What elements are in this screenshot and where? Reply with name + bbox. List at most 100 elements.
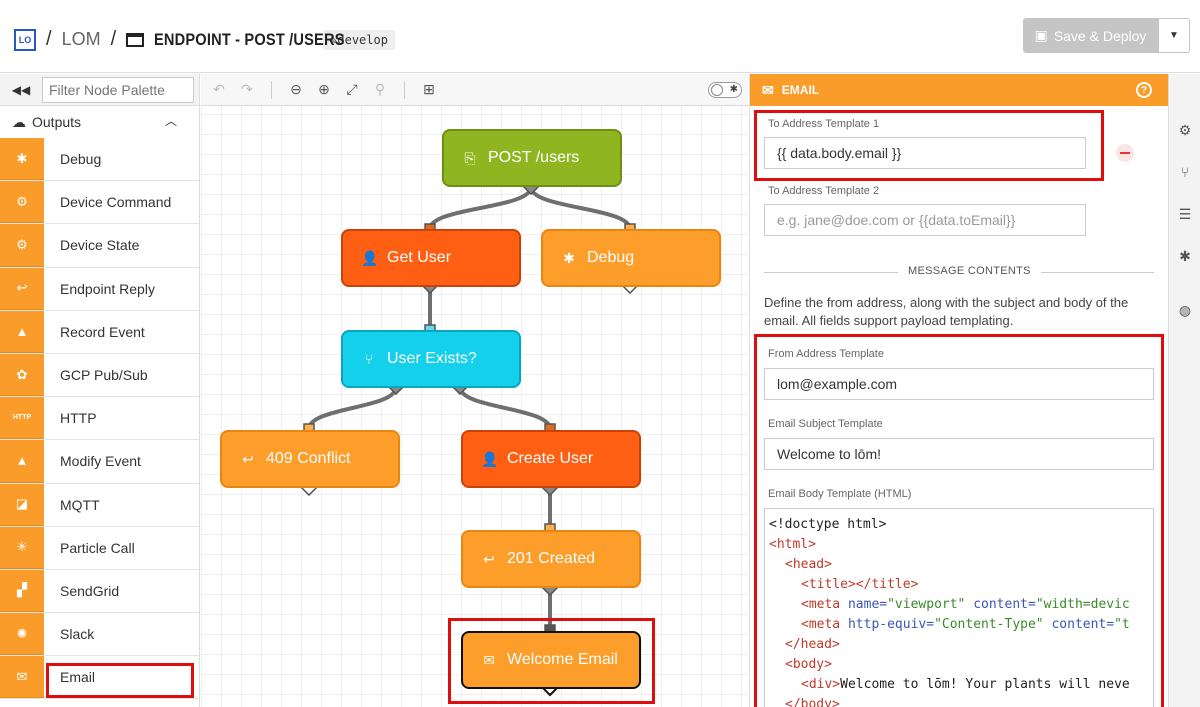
palette-item-label: Device Command xyxy=(60,194,172,211)
palette-item-particle-call[interactable]: ✳ Particle Call xyxy=(0,526,199,570)
to-address-1-label: To Address Template 1 xyxy=(768,118,880,130)
palette-item-device-command[interactable]: ⚙ Device Command xyxy=(0,181,199,225)
code-token: name= xyxy=(847,597,888,612)
node-201-created[interactable]: ↩ 201 Created xyxy=(461,530,641,588)
deploy-options-button[interactable]: ▼ xyxy=(1158,18,1190,53)
branch-icon: ⑂ xyxy=(364,351,374,367)
code-line: </body> xyxy=(785,697,840,707)
chevron-up-icon: ︿ xyxy=(164,114,177,128)
collapse-palette-icon[interactable]: ◀◀ xyxy=(0,83,42,97)
code-token: "Content-Type" xyxy=(934,617,1052,632)
reply-icon: ↩ xyxy=(483,550,495,567)
section-description: Define the from address, along with the … xyxy=(764,295,1129,328)
palette-item-endpoint-reply[interactable]: ↩ Endpoint Reply xyxy=(0,267,199,311)
palette-item-gcp-pubsub[interactable]: ✿ GCP Pub/Sub xyxy=(0,353,199,398)
code-token: content= xyxy=(1051,617,1115,632)
node-palette: ◀◀ ☁ Outputs ︿ ✱ Debug ⚙ Device Command ⚙ D… xyxy=(0,74,200,707)
palette-item-mqtt[interactable]: ◪ MQTT xyxy=(0,483,199,527)
breadcrumb-separator: / xyxy=(110,28,117,50)
node-label: Welcome Email xyxy=(507,651,618,668)
to-address-2-label: To Address Template 2 xyxy=(768,185,880,197)
node-409-conflict[interactable]: ↩ 409 Conflict xyxy=(220,430,400,488)
code-line: <head> xyxy=(785,557,832,572)
remove-to-address-button[interactable] xyxy=(1116,144,1134,162)
palette-item-label: Debug xyxy=(60,151,102,168)
palette-toolbar: ◀◀ xyxy=(0,74,199,106)
minus-icon xyxy=(1120,152,1130,154)
palette-item-modify-event[interactable]: ▲ Modify Event xyxy=(0,440,199,484)
breadcrumb-app[interactable]: LOM xyxy=(62,29,101,50)
palette-item-email[interactable]: ✉ Email xyxy=(0,656,199,700)
bug-icon[interactable]: ✱ xyxy=(1177,248,1193,264)
palette-item-sendgrid[interactable]: ▞ SendGrid xyxy=(0,569,199,614)
node-debug[interactable]: ✱ Debug xyxy=(541,229,721,287)
node-post-users[interactable]: ⎘ POST /users xyxy=(442,129,622,187)
palette-item-label: GCP Pub/Sub xyxy=(60,367,148,384)
code-line: <meta http-equiv="Content-Type" content=… xyxy=(769,615,1149,635)
code-line: </head> xyxy=(785,637,840,652)
node-welcome-email[interactable]: ✉ Welcome Email xyxy=(461,631,641,689)
panel-header: ✉ EMAIL ? xyxy=(750,74,1168,106)
outputs-section-header[interactable]: ☁ Outputs ︿ xyxy=(0,106,199,138)
subject-input[interactable]: Welcome to lōm! xyxy=(764,438,1154,470)
palette-item-slack[interactable]: ✺ Slack xyxy=(0,613,199,657)
body-code-editor[interactable]: <!doctype html> <html> <head> <title></titl… xyxy=(764,508,1154,707)
code-token: "width=devic xyxy=(1035,597,1130,612)
endpoint-icon: ⎘ xyxy=(464,149,476,166)
http-icon: HTTP xyxy=(0,397,44,440)
code-token: "t xyxy=(1114,617,1130,632)
node-get-user[interactable]: 👤 Get User xyxy=(341,229,521,287)
code-token: http-equiv= xyxy=(847,617,935,632)
save-deploy-button[interactable]: ▣ Save & Deploy xyxy=(1023,18,1158,53)
palette-item-record-event[interactable]: ▲ Record Event xyxy=(0,310,199,354)
warning-edit-icon: ▲ xyxy=(0,440,44,483)
node-label: Debug xyxy=(587,249,635,266)
git-branch-icon[interactable]: ⑂ xyxy=(1177,164,1193,180)
code-token: Welcome to lōm! Your plants will neve xyxy=(840,677,1130,692)
node-user-exists[interactable]: ⑂ User Exists? xyxy=(341,330,521,388)
app-logo[interactable]: LO xyxy=(14,28,36,51)
palette-item-http[interactable]: HTTP HTTP xyxy=(0,397,199,441)
palette-item-label: Device State xyxy=(60,237,140,254)
outputs-section-label: Outputs xyxy=(32,114,82,130)
node-properties-panel: ✉ EMAIL ? To Address Template 1 {{ data.… xyxy=(749,74,1168,707)
body-label: Email Body Template (HTML) xyxy=(768,488,912,500)
workflow-canvas[interactable]: ↶ ↷ ⊖ ⊕ ⤢ ⚲ ⊞ ✱ ⎘ POST /users 👤 Get User… xyxy=(201,74,748,707)
section-title: MESSAGE CONTENTS xyxy=(898,265,1041,277)
database-icon[interactable]: ☰ xyxy=(1177,206,1193,222)
palette-item-label: Slack xyxy=(60,626,95,643)
warning-plus-icon: ▲ xyxy=(0,310,44,353)
from-address-input[interactable]: lom@example.com xyxy=(764,368,1154,400)
palette-item-label: MQTT xyxy=(60,496,100,513)
bug-icon: ✱ xyxy=(563,249,575,266)
sendgrid-icon: ▞ xyxy=(0,569,44,613)
palette-item-debug[interactable]: ✱ Debug xyxy=(0,138,199,182)
caret-down-icon: ▼ xyxy=(1169,30,1179,41)
mqtt-icon: ◪ xyxy=(0,483,44,526)
node-create-user[interactable]: 👤 Create User xyxy=(461,430,641,488)
globe-icon[interactable]: ◍ xyxy=(1177,302,1193,318)
reply-icon: ↩ xyxy=(0,267,44,310)
to-address-2-input[interactable]: e.g. jane@doe.com or {{data.toEmail}} xyxy=(764,204,1086,236)
palette-item-label: Modify Event xyxy=(60,453,141,470)
to-address-1-input[interactable]: {{ data.body.email }} xyxy=(764,137,1086,169)
code-line: <body> xyxy=(785,657,832,672)
save-icon: ▣ xyxy=(1034,27,1048,43)
palette-item-label: Email xyxy=(60,669,96,686)
reply-icon: ↩ xyxy=(242,450,254,467)
bug-icon: ✱ xyxy=(0,138,44,181)
cloud-icon: ✿ xyxy=(0,353,44,397)
palette-item-label: Particle Call xyxy=(60,539,135,556)
help-icon[interactable]: ? xyxy=(1136,82,1152,98)
gear-icon[interactable]: ⚙ xyxy=(1177,122,1193,138)
palette-item-device-state[interactable]: ⚙ Device State xyxy=(0,224,199,268)
palette-item-label: SendGrid xyxy=(60,582,120,599)
envelope-icon: ✉ xyxy=(483,651,495,668)
subject-label: Email Subject Template xyxy=(768,418,883,430)
filter-node-palette-input[interactable] xyxy=(42,76,194,103)
envelope-icon: ✉ xyxy=(762,81,774,98)
palette-item-label: Endpoint Reply xyxy=(60,280,155,297)
code-token: content= xyxy=(973,597,1036,612)
node-label: User Exists? xyxy=(387,350,477,367)
node-label: 409 Conflict xyxy=(266,450,351,467)
